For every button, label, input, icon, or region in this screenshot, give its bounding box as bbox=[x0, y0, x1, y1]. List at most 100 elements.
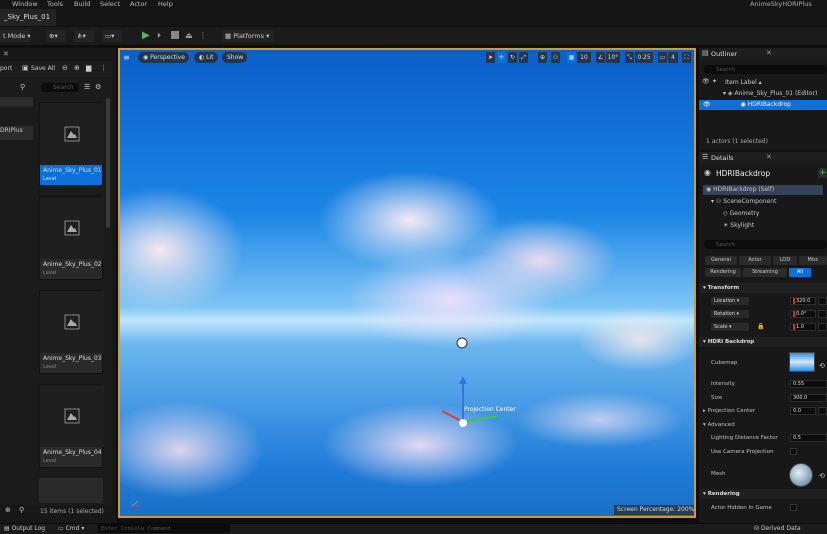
stop-icon[interactable] bbox=[171, 31, 179, 39]
folder-icon[interactable]: ▆ bbox=[86, 64, 91, 72]
rotation-x-field[interactable]: 0.0° bbox=[790, 310, 816, 318]
lit-button[interactable]: ◐ Lit bbox=[194, 52, 218, 63]
cubemap-browse-icon[interactable]: ⟲ bbox=[819, 362, 825, 370]
mesh-browse-icon[interactable]: ⟲ bbox=[819, 472, 825, 480]
mesh-thumbnail[interactable] bbox=[789, 463, 813, 487]
filter-actor[interactable]: Actor bbox=[739, 256, 771, 265]
filter-streaming[interactable]: Streaming bbox=[743, 268, 787, 277]
more-icon[interactable]: ⋮ bbox=[199, 30, 209, 42]
rotation-dropdown[interactable]: Rotation ▾ bbox=[711, 310, 749, 318]
location-x-field[interactable]: 320.0 bbox=[790, 297, 816, 305]
advanced-label[interactable]: ▾ Advanced bbox=[703, 422, 735, 428]
settings-icon[interactable]: ⚙ bbox=[95, 83, 101, 91]
mode-dropdown[interactable]: t Mode ▾ bbox=[0, 30, 30, 42]
world-space-icon[interactable]: ⊕ bbox=[538, 52, 547, 63]
rotate-tool-icon[interactable]: ↻ bbox=[508, 52, 517, 63]
step-icon[interactable]: ⏵ bbox=[157, 30, 167, 42]
menu-help[interactable]: Help bbox=[158, 0, 173, 9]
back-icon[interactable]: ⊖ bbox=[62, 64, 68, 72]
lighting-distance-field[interactable]: 0.5 bbox=[790, 434, 827, 442]
perspective-button[interactable]: ◉ Perspective bbox=[138, 52, 189, 63]
location-dropdown[interactable]: Location ▾ bbox=[711, 297, 749, 305]
eject-icon[interactable]: ⏏ bbox=[185, 30, 195, 42]
rotation-snap-value[interactable]: 10° bbox=[606, 52, 620, 63]
move-tool-icon[interactable]: ✛ bbox=[497, 52, 506, 63]
details-close-icon[interactable]: ✕ bbox=[766, 153, 772, 161]
select-tool-icon[interactable]: ➤ bbox=[486, 52, 495, 63]
scale-snap-icon[interactable]: ⤡ bbox=[625, 52, 634, 63]
save-all-button[interactable]: Save All bbox=[31, 65, 55, 72]
component-self[interactable]: ◉ HDRIBackdrop (Self) bbox=[703, 185, 823, 195]
actor-row[interactable]: 👁 ◉ HDRIBackdrop bbox=[699, 100, 827, 110]
size-field[interactable]: 300.0 bbox=[790, 394, 827, 402]
scale-y-field[interactable] bbox=[818, 323, 827, 331]
folder-search-icon[interactable]: ⚲ bbox=[20, 83, 25, 91]
grid-snap-icon[interactable]: ▦ bbox=[567, 52, 576, 63]
level-tab[interactable]: _Sky_Plus_01 bbox=[0, 9, 56, 26]
platforms-dropdown[interactable]: ▦ Platforms ▾ bbox=[222, 30, 274, 42]
viewport-menu-icon[interactable]: ≡ bbox=[123, 53, 130, 62]
folder-item[interactable]: DRIPlus bbox=[0, 126, 33, 140]
add-component-icon[interactable]: + bbox=[818, 168, 827, 178]
menu-actor[interactable]: Actor bbox=[130, 0, 147, 9]
add-content-icon[interactable]: ⊕▾ bbox=[46, 30, 66, 42]
transform-section[interactable]: ▾ Transform bbox=[699, 283, 827, 293]
asset-tile[interactable]: Anime_Sky_Plus_04 Level bbox=[39, 384, 104, 468]
camera-speed-icon[interactable]: ▭ bbox=[658, 52, 667, 63]
world-row[interactable]: ▾ ◈ Anime_Sky_Plus_01 (Editor) bbox=[699, 89, 827, 99]
projection-y-field[interactable] bbox=[818, 407, 827, 415]
cubemap-thumbnail[interactable] bbox=[789, 352, 815, 372]
rendering-section[interactable]: ▾ Rendering bbox=[699, 489, 827, 499]
scale-tool-icon[interactable]: ⤢ bbox=[519, 52, 528, 63]
location-y-field[interactable] bbox=[818, 297, 827, 305]
outliner-search-input[interactable]: Search bbox=[704, 65, 827, 74]
asset-tile[interactable]: Anime_Sky_Plus_02 Level bbox=[39, 196, 104, 280]
component-geometry[interactable]: ◇ Geometry bbox=[703, 209, 823, 219]
more-options-icon[interactable]: ⋮ bbox=[100, 64, 107, 72]
surface-snap-icon[interactable]: ⚇ bbox=[551, 52, 560, 63]
menu-select[interactable]: Select bbox=[100, 0, 120, 9]
camera-speed-value[interactable]: 4 bbox=[668, 52, 678, 63]
scale-dropdown[interactable]: Scale ▾ bbox=[711, 323, 749, 331]
projection-x-field[interactable]: 0.0 bbox=[790, 407, 816, 415]
rotation-snap-icon[interactable]: ∠ bbox=[596, 52, 605, 63]
menu-build[interactable]: Build bbox=[74, 0, 90, 9]
search-icon[interactable]: ⚲ bbox=[19, 506, 24, 514]
blueprint-icon[interactable]: ⋔▾ bbox=[74, 30, 94, 42]
show-button[interactable]: Show bbox=[222, 52, 247, 63]
save-icon[interactable]: ▣ bbox=[22, 64, 29, 72]
component-skylight[interactable]: ☀ Skylight bbox=[703, 221, 823, 231]
details-search-input[interactable]: Search bbox=[704, 240, 827, 249]
filter-general[interactable]: General bbox=[705, 256, 737, 265]
component-scene[interactable]: ▾ ⚇ SceneComponent bbox=[703, 197, 823, 207]
filter-icon[interactable]: ☰ bbox=[84, 83, 90, 91]
filter-rendering[interactable]: Rendering bbox=[705, 268, 741, 277]
play-icon[interactable]: ▶ bbox=[142, 30, 152, 42]
filter-all[interactable]: All bbox=[789, 268, 811, 277]
outliner-close-icon[interactable]: ✕ bbox=[766, 49, 772, 57]
forward-icon[interactable]: ⊕ bbox=[74, 64, 80, 72]
filter-misc[interactable]: Misc bbox=[799, 256, 827, 265]
actor-hidden-checkbox[interactable] bbox=[790, 504, 797, 511]
hdri-section[interactable]: ▾ HDRI Backdrop bbox=[699, 337, 827, 347]
maximize-icon[interactable]: ⛶ bbox=[682, 52, 691, 63]
camera-projection-checkbox[interactable] bbox=[790, 448, 797, 455]
cinematics-icon[interactable]: ▭▾ bbox=[102, 30, 122, 42]
projection-center-label[interactable]: ▸ Projection Center bbox=[703, 408, 755, 414]
cmd-dropdown[interactable]: ▭ Cmd ▾ bbox=[58, 525, 84, 532]
asset-scrollbar[interactable] bbox=[106, 98, 110, 228]
folder-row-top[interactable] bbox=[0, 97, 33, 107]
close-icon[interactable]: ✕ bbox=[3, 50, 9, 58]
item-label-header[interactable]: Item Label ▴ bbox=[725, 79, 762, 86]
output-log-button[interactable]: ▤ Output Log bbox=[4, 525, 45, 532]
asset-tile[interactable]: Anime_Sky_Plus_03 Level bbox=[39, 290, 104, 374]
scale-snap-value[interactable]: 0.25 bbox=[635, 52, 653, 63]
asset-tile-partial[interactable] bbox=[39, 478, 103, 503]
lock-icon[interactable]: 🔒 bbox=[757, 323, 764, 330]
add-filter-icon[interactable]: ⊕ bbox=[5, 506, 11, 514]
menu-window[interactable]: Window bbox=[12, 0, 38, 9]
grid-snap-value[interactable]: 10 bbox=[577, 52, 591, 63]
rotation-y-field[interactable] bbox=[818, 310, 827, 318]
menu-tools[interactable]: Tools bbox=[47, 0, 63, 9]
derived-data-button[interactable]: ⛁ Derived Data bbox=[754, 525, 801, 532]
